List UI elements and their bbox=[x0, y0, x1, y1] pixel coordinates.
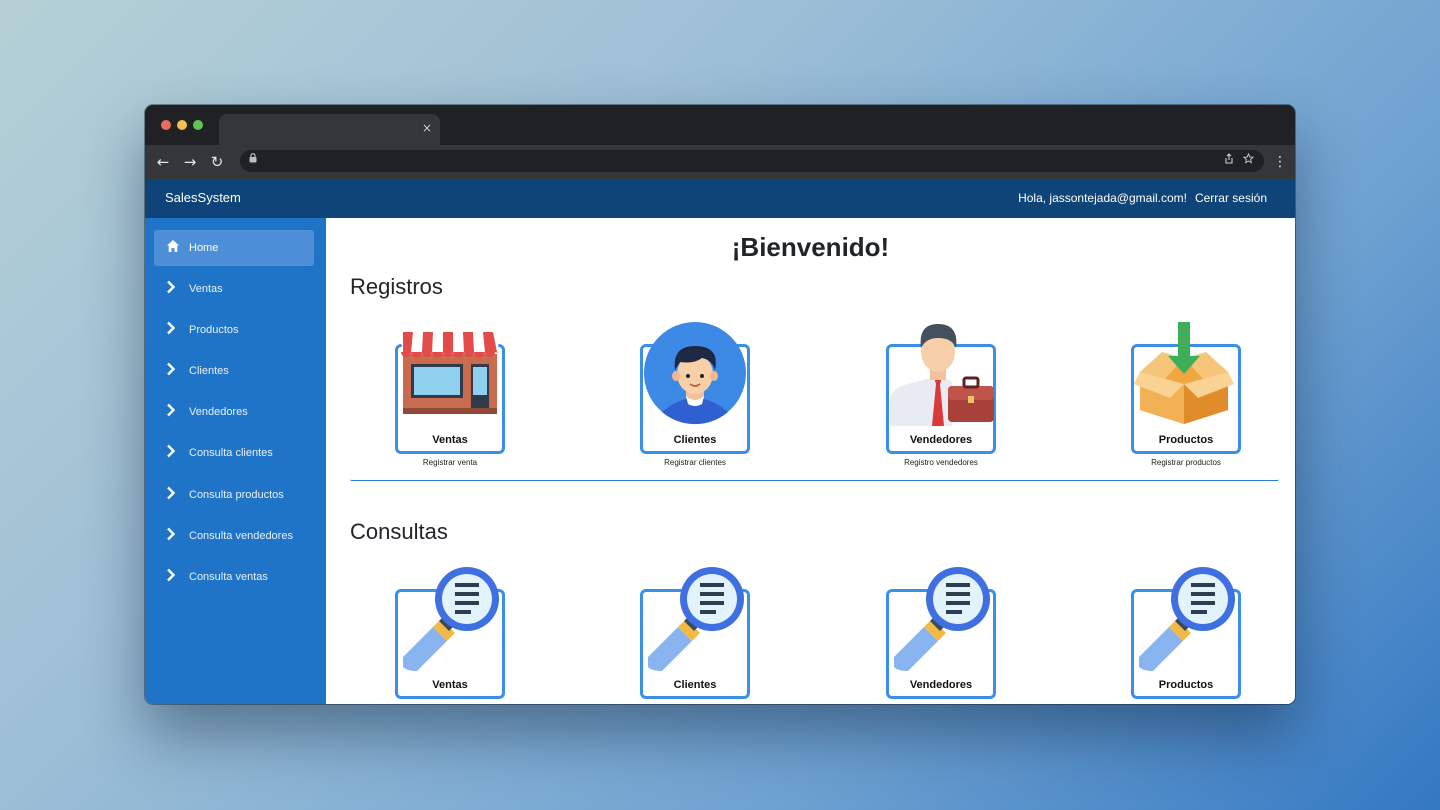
close-window-button[interactable] bbox=[161, 120, 171, 130]
sidebar-item-vendedores[interactable]: Vendedores bbox=[154, 394, 314, 430]
sidebar-item-label: Vendedores bbox=[189, 406, 248, 418]
card-label: Clientes bbox=[673, 679, 717, 691]
magnifier-icon bbox=[642, 567, 748, 675]
browser-menu-icon[interactable]: ⋮ bbox=[1273, 152, 1287, 172]
section-title-registros: Registros bbox=[350, 274, 443, 299]
card-label: Ventas bbox=[432, 434, 468, 446]
card-label: Clientes bbox=[673, 434, 717, 446]
magnifier-icon bbox=[888, 567, 994, 675]
home-icon bbox=[166, 239, 180, 255]
sidebar-item-label: Consulta vendedores bbox=[189, 530, 293, 542]
tab-close-icon[interactable]: × bbox=[422, 120, 432, 136]
section-divider bbox=[350, 479, 1279, 481]
tab-strip: × bbox=[145, 105, 1295, 145]
card-subtitle: Registrar productos bbox=[1151, 458, 1221, 467]
sidebar-item-label: Consulta clientes bbox=[189, 447, 273, 459]
page-title: ¡Bienvenido! bbox=[731, 232, 890, 262]
brand-link[interactable]: SalesSystem bbox=[165, 190, 241, 205]
card-label: Ventas bbox=[432, 679, 468, 691]
browser-tab[interactable]: × bbox=[219, 114, 440, 145]
back-icon[interactable]: ← bbox=[153, 152, 173, 172]
chevron-right-icon bbox=[166, 486, 180, 502]
sidebar-item-clientes[interactable]: Clientes bbox=[154, 353, 314, 389]
minimize-window-button[interactable] bbox=[177, 120, 187, 130]
app-navbar: SalesSystem Hola, jassontejada@gmail.com… bbox=[145, 179, 1295, 218]
sidebar-item-consulta-productos[interactable]: Consulta productos bbox=[154, 477, 314, 513]
sidebar-item-label: Ventas bbox=[189, 283, 223, 295]
sidebar-item-consulta-ventas[interactable]: Consulta ventas bbox=[154, 559, 314, 595]
sidebar-item-label: Clientes bbox=[189, 365, 229, 377]
sidebar: Home Ventas Productos Clientes Vendedore… bbox=[145, 218, 326, 704]
maximize-window-button[interactable] bbox=[193, 120, 203, 130]
sidebar-item-consulta-vendedores[interactable]: Consulta vendedores bbox=[154, 518, 314, 554]
card-label: Vendedores bbox=[909, 679, 973, 691]
reload-icon[interactable]: ↻ bbox=[207, 152, 227, 172]
sidebar-item-consulta-clientes[interactable]: Consulta clientes bbox=[154, 435, 314, 471]
logout-link[interactable]: Cerrar sesión bbox=[1195, 191, 1267, 205]
address-bar[interactable] bbox=[240, 150, 1264, 172]
section-title-consultas: Consultas bbox=[350, 519, 448, 544]
sidebar-item-home[interactable]: Home bbox=[154, 230, 314, 266]
client-avatar-icon bbox=[642, 322, 748, 430]
bookmark-star-icon[interactable] bbox=[1242, 152, 1255, 169]
card-label: Productos bbox=[1158, 434, 1214, 446]
forward-icon[interactable]: → bbox=[180, 152, 200, 172]
card-label: Productos bbox=[1158, 679, 1214, 691]
sidebar-item-label: Consulta ventas bbox=[189, 571, 268, 583]
browser-toolbar: ← → ↻ ⋮ bbox=[145, 145, 1295, 179]
card-label: Vendedores bbox=[909, 434, 973, 446]
chevron-right-icon bbox=[166, 362, 180, 378]
box-icon bbox=[1134, 322, 1234, 430]
sidebar-item-ventas[interactable]: Ventas bbox=[154, 271, 314, 307]
chevron-right-icon bbox=[166, 403, 180, 419]
browser-window: × ← → ↻ ⋮ SalesSystem Hola, jassontejada… bbox=[145, 105, 1295, 704]
main-content: ¡Bienvenido! Registros Ventas Registrar … bbox=[326, 218, 1295, 704]
chevron-right-icon bbox=[166, 568, 180, 584]
store-icon bbox=[397, 330, 503, 422]
share-icon[interactable] bbox=[1224, 153, 1234, 170]
magnifier-icon bbox=[1133, 567, 1239, 675]
card-subtitle: Registro vendedores bbox=[904, 458, 978, 467]
chevron-right-icon bbox=[166, 444, 180, 460]
lock-icon bbox=[249, 153, 259, 167]
card-subtitle: Registrar clientes bbox=[664, 458, 726, 467]
chevron-right-icon bbox=[166, 321, 180, 337]
sidebar-item-productos[interactable]: Productos bbox=[154, 312, 314, 348]
salesman-icon bbox=[888, 322, 994, 430]
user-greeting-link[interactable]: Hola, jassontejada@gmail.com! bbox=[1018, 191, 1187, 205]
sidebar-item-label: Productos bbox=[189, 324, 239, 336]
app-viewport: SalesSystem Hola, jassontejada@gmail.com… bbox=[145, 179, 1295, 704]
sidebar-item-label: Consulta productos bbox=[189, 489, 284, 501]
magnifier-icon bbox=[397, 567, 503, 675]
chevron-right-icon bbox=[166, 280, 180, 296]
sidebar-item-label: Home bbox=[189, 242, 219, 254]
card-subtitle: Registrar venta bbox=[422, 458, 478, 467]
chevron-right-icon bbox=[166, 527, 180, 543]
